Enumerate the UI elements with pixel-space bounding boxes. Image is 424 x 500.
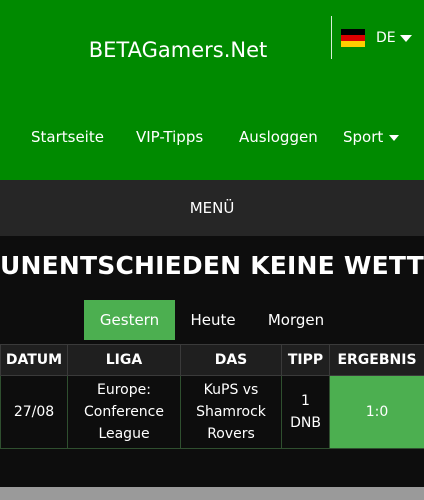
cell-match: KuPS vs Shamrock Rovers — [180, 375, 282, 449]
language-selector[interactable]: DE — [341, 28, 412, 48]
cell-result: 1:0 — [329, 375, 424, 449]
nav-item-sport[interactable]: Sport — [343, 128, 400, 146]
nav-item-ausloggen[interactable]: Ausloggen — [239, 128, 318, 146]
column-header-liga: LIGA — [67, 344, 181, 376]
cell-date: 27/08 — [0, 375, 68, 449]
tab-morgen[interactable]: Morgen — [256, 300, 336, 340]
nav-item-sport-label: Sport — [343, 128, 384, 146]
page-title: UNENTSCHIEDEN KEINE WETTE — [0, 251, 424, 280]
cell-tip: 1 DNB — [281, 375, 330, 449]
table-header-row: DATUM LIGA DAS TIPP ERGEBNIS — [0, 344, 424, 376]
chevron-down-icon — [389, 134, 400, 141]
site-header: BETAGamers.Net DE Startseite VIP-Tipps A… — [0, 0, 424, 180]
tips-table: DATUM LIGA DAS TIPP ERGEBNIS 27/08 Europ… — [0, 344, 424, 449]
chevron-down-icon — [399, 34, 412, 42]
column-header-das: DAS — [180, 344, 282, 376]
language-code: DE — [376, 30, 396, 46]
header-divider — [331, 16, 332, 59]
cell-league: Europe: Conference League — [67, 375, 181, 449]
nav-item-vip-tipps[interactable]: VIP-Tipps — [136, 128, 203, 146]
column-header-tipp: TIPP — [281, 344, 330, 376]
menu-toggle[interactable]: MENÜ — [0, 180, 424, 236]
footer-strip — [0, 487, 424, 500]
german-flag-icon — [341, 29, 365, 47]
table-row: 27/08 Europe: Conference League KuPS vs … — [0, 375, 424, 449]
column-header-datum: DATUM — [0, 344, 68, 376]
nav-item-startseite[interactable]: Startseite — [31, 128, 104, 146]
tab-heute[interactable]: Heute — [181, 300, 245, 340]
day-tabs: Gestern Heute Morgen — [0, 300, 424, 340]
column-header-ergebnis: ERGEBNIS — [329, 344, 424, 376]
tab-gestern[interactable]: Gestern — [84, 300, 175, 340]
site-logo-text[interactable]: BETAGamers.Net — [0, 38, 356, 62]
main-nav: Startseite VIP-Tipps Ausloggen Sport — [0, 128, 424, 152]
